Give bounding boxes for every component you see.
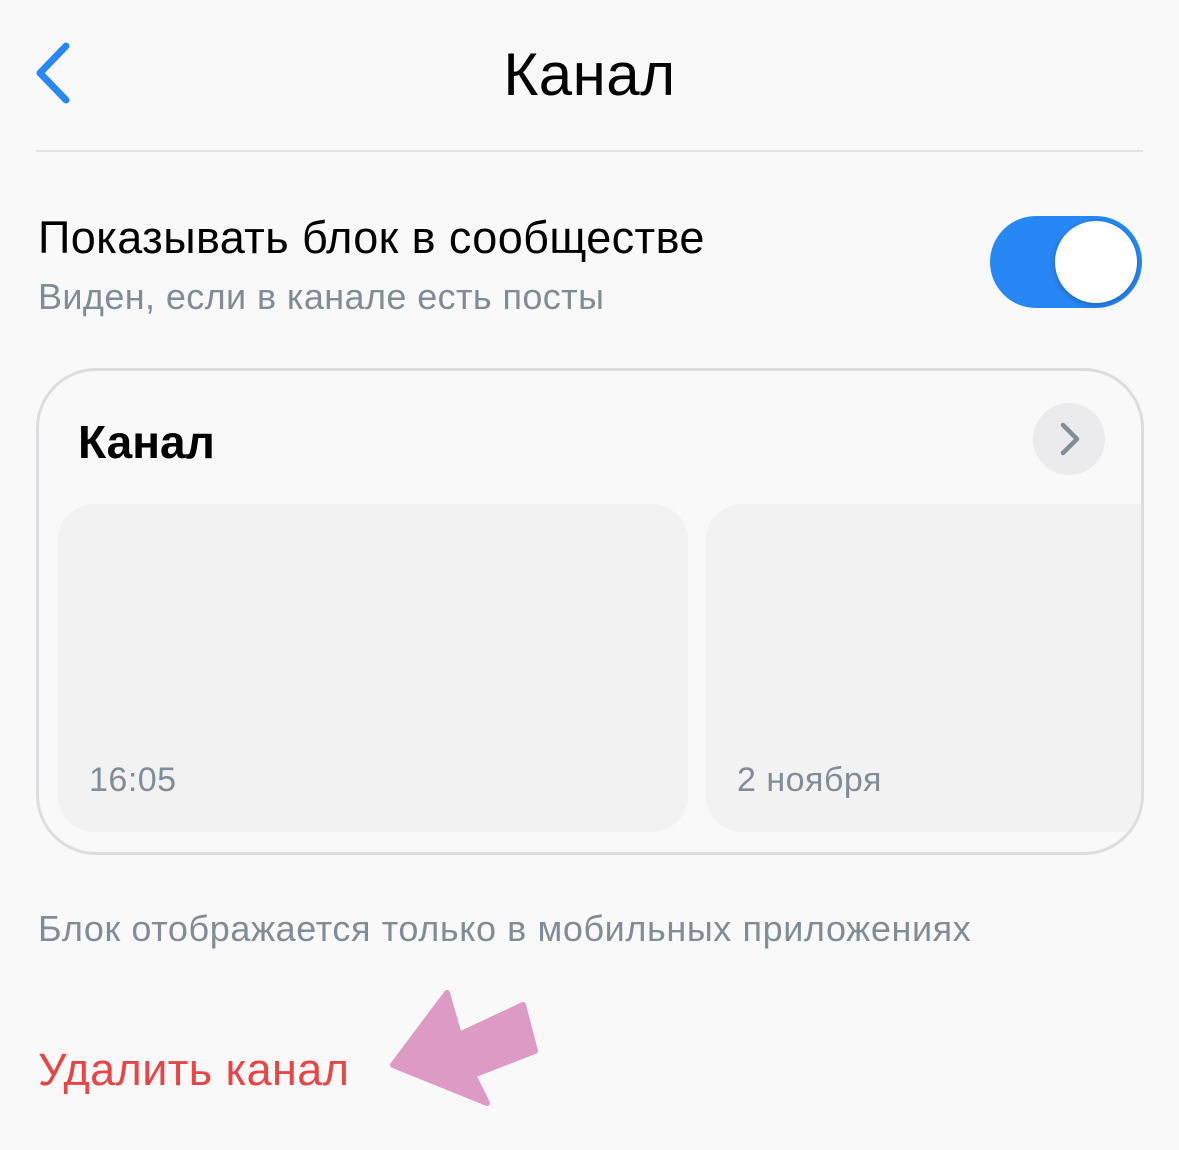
header-divider (36, 150, 1143, 152)
page-title: Канал (503, 41, 676, 108)
card-title: Канал (78, 416, 215, 468)
post-preview[interactable]: 2 ноября (706, 504, 1141, 832)
setting-title: Показывать блок в сообществе (38, 212, 705, 263)
show-block-toggle[interactable] (990, 216, 1142, 308)
chevron-right-icon (1060, 422, 1080, 456)
navigation-bar: Канал (0, 0, 1179, 152)
annotation-arrow-icon (390, 990, 538, 1106)
setting-subtitle: Виден, если в канале есть посты (38, 276, 605, 317)
info-note: Блок отображается только в мобильных при… (38, 908, 972, 949)
post-time: 16:05 (89, 761, 177, 799)
post-preview[interactable]: 16:05 (58, 504, 688, 832)
open-channel-button[interactable] (1033, 403, 1105, 475)
post-time: 2 ноября (737, 761, 882, 799)
toggle-knob (1055, 221, 1137, 303)
channel-preview-card[interactable]: Канал 16:05 2 ноября (36, 368, 1144, 855)
delete-channel-button[interactable]: Удалить канал (38, 1044, 349, 1096)
